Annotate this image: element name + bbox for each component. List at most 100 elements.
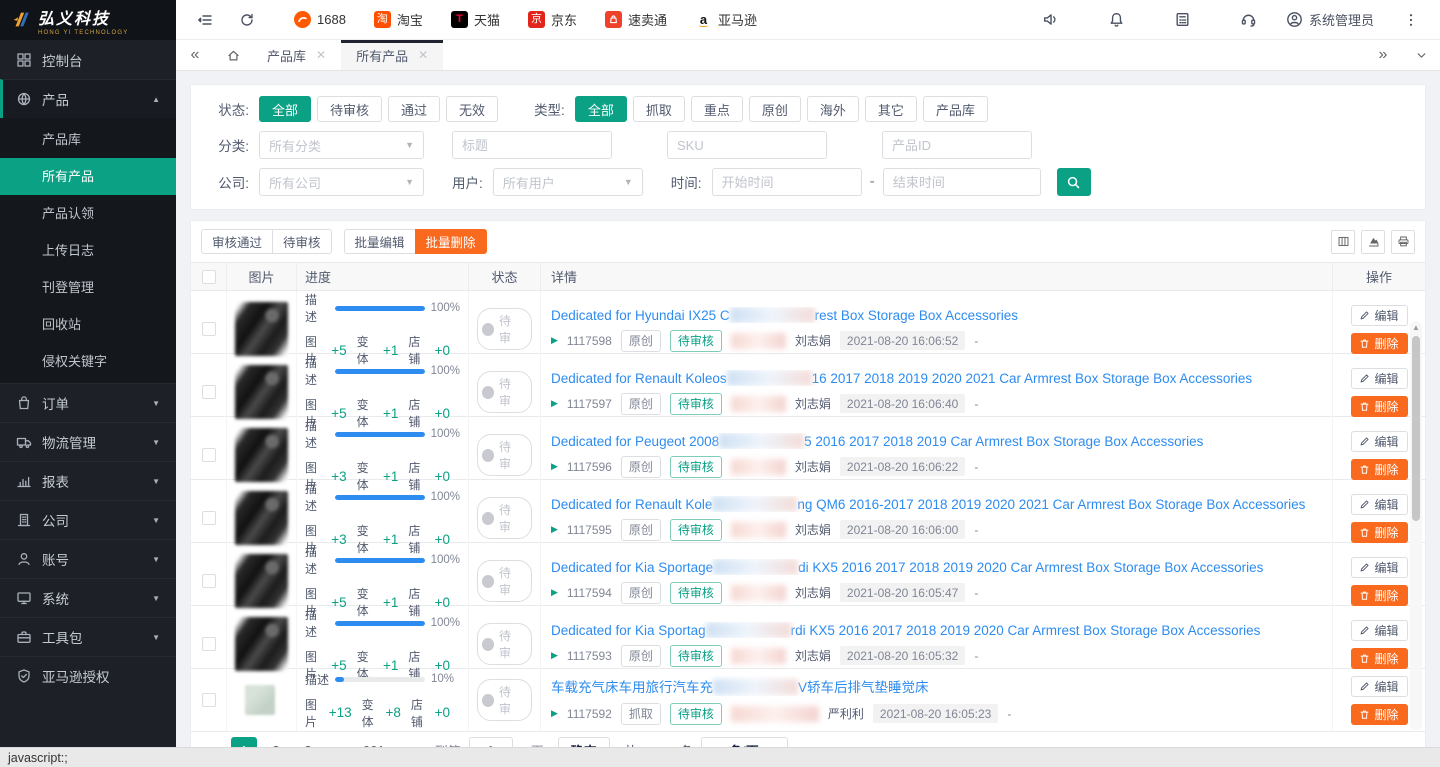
tab-所有产品[interactable]: 所有产品✕ (341, 40, 443, 70)
product-title-link[interactable]: Dedicated for Peugeot 20085 2016 2017 20… (551, 433, 1324, 449)
sidebar-subitem-上传日志[interactable]: 上传日志 (0, 232, 176, 269)
sidebar-item-系统[interactable]: 系统▼ (0, 578, 176, 617)
edit-button[interactable]: 编辑 (1351, 431, 1408, 452)
user-select[interactable]: 所有用户▼ (493, 168, 643, 196)
type-option-抓取[interactable]: 抓取 (633, 96, 685, 122)
play-icon[interactable]: ▶ (551, 650, 558, 661)
play-icon[interactable]: ▶ (551, 524, 558, 535)
product-image[interactable] (235, 491, 288, 545)
scrollbar-thumb[interactable] (1412, 336, 1420, 521)
more-options-icon[interactable] (1398, 7, 1424, 33)
export-icon[interactable] (1361, 230, 1385, 254)
row-checkbox[interactable] (202, 574, 216, 588)
type-option-重点[interactable]: 重点 (691, 96, 743, 122)
sidebar-item-工具包[interactable]: 工具包▼ (0, 617, 176, 656)
set-pending-button[interactable]: 待审核 (272, 229, 332, 254)
sidebar-subitem-回收站[interactable]: 回收站 (0, 306, 176, 343)
delete-button[interactable]: 删除 (1351, 396, 1408, 417)
delete-button[interactable]: 删除 (1351, 459, 1408, 480)
approve-button[interactable]: 审核通过 (201, 229, 273, 254)
product-image[interactable] (235, 302, 288, 356)
product-title-link[interactable]: Dedicated for Kia Sportagrdi KX5 2016 20… (551, 622, 1324, 638)
goto-confirm-button[interactable]: 确定 (558, 737, 610, 747)
title-input[interactable] (452, 131, 612, 159)
edit-button[interactable]: 编辑 (1351, 620, 1408, 641)
product-image[interactable] (245, 685, 275, 715)
product-title-link[interactable]: Dedicated for Kia Sportagedi KX5 2016 20… (551, 559, 1324, 575)
scroll-up-icon[interactable]: ▲ (1410, 321, 1422, 335)
delete-button[interactable]: 删除 (1351, 585, 1408, 606)
status-option-全部[interactable]: 全部 (259, 96, 311, 122)
platform-link-速卖通[interactable]: 速卖通 (605, 10, 667, 29)
row-checkbox[interactable] (202, 448, 216, 462)
prev-page-icon[interactable]: ‹ (203, 742, 223, 748)
product-image[interactable] (235, 554, 288, 608)
tab-产品库[interactable]: 产品库✕ (252, 40, 341, 70)
sidebar-subitem-侵权关键字[interactable]: 侵权关键字 (0, 343, 176, 380)
search-button[interactable] (1057, 168, 1091, 196)
play-icon[interactable]: ▶ (551, 708, 558, 719)
platform-link-天猫[interactable]: T天猫 (451, 10, 500, 29)
play-icon[interactable]: ▶ (551, 398, 558, 409)
product-title-link[interactable]: 车载充气床车用旅行汽车充V轿车后排气垫睡觉床 (551, 676, 1324, 696)
select-all-checkbox[interactable] (202, 270, 216, 284)
edit-button[interactable]: 编辑 (1351, 305, 1408, 326)
platform-link-1688[interactable]: 1688 (294, 10, 346, 29)
platform-link-亚马逊[interactable]: a亚马逊 (695, 10, 757, 29)
sidebar-item-公司[interactable]: 公司▼ (0, 500, 176, 539)
product-image[interactable] (235, 617, 288, 671)
close-icon[interactable]: ✕ (316, 48, 326, 62)
table-scrollbar[interactable]: ▲ (1410, 321, 1422, 730)
product-image[interactable] (235, 428, 288, 482)
type-option-全部[interactable]: 全部 (575, 96, 627, 122)
goto-page-input[interactable] (469, 737, 513, 747)
sidebar-subitem-产品库[interactable]: 产品库 (0, 121, 176, 158)
sidebar-subitem-刊登管理[interactable]: 刊登管理 (0, 269, 176, 306)
company-select[interactable]: 所有公司▼ (259, 168, 424, 196)
tabs-scroll-right-icon[interactable]: » (1364, 40, 1402, 70)
row-checkbox[interactable] (202, 693, 216, 707)
columns-setting-icon[interactable] (1331, 230, 1355, 254)
platform-link-淘宝[interactable]: 淘淘宝 (374, 10, 423, 29)
sidebar-item-报表[interactable]: 报表▼ (0, 461, 176, 500)
edit-button[interactable]: 编辑 (1351, 368, 1408, 389)
sidebar-subitem-所有产品[interactable]: 所有产品 (0, 158, 176, 195)
print-icon[interactable] (1391, 230, 1415, 254)
play-icon[interactable]: ▶ (551, 461, 558, 472)
sidebar-item-账号[interactable]: 账号▼ (0, 539, 176, 578)
product-title-link[interactable]: Dedicated for Renault Koleng QM6 2016-20… (551, 496, 1324, 512)
product-title-link[interactable]: Dedicated for Renault Koleos16 2017 2018… (551, 370, 1324, 386)
type-option-其它[interactable]: 其它 (865, 96, 917, 122)
category-select[interactable]: 所有分类▼ (259, 131, 424, 159)
page-3[interactable]: 3 (295, 737, 321, 747)
platform-link-京东[interactable]: 京京东 (528, 10, 577, 29)
delete-button[interactable]: 删除 (1351, 648, 1408, 669)
home-icon[interactable] (214, 40, 252, 70)
type-option-原创[interactable]: 原创 (749, 96, 801, 122)
status-option-通过[interactable]: 通过 (388, 96, 440, 122)
product-id-input[interactable] (882, 131, 1032, 159)
play-icon[interactable]: ▶ (551, 587, 558, 598)
brand-logo[interactable]: 弘义科技 HONG YI TECHNOLOGY (0, 0, 176, 40)
row-checkbox[interactable] (202, 637, 216, 651)
sidebar-item-产品[interactable]: 产品▲ (0, 79, 176, 118)
sidebar-item-订单[interactable]: 订单▼ (0, 383, 176, 422)
page-901[interactable]: 901 (359, 737, 389, 747)
row-checkbox[interactable] (202, 322, 216, 336)
product-title-link[interactable]: Dedicated for Hyundai IX25 Crest Box Sto… (551, 307, 1324, 323)
batch-delete-button[interactable]: 批量删除 (415, 229, 487, 254)
sidebar-item-亚马逊授权[interactable]: 亚马逊授权 (0, 656, 176, 695)
row-checkbox[interactable] (202, 385, 216, 399)
delete-button[interactable]: 删除 (1351, 333, 1408, 354)
user-menu[interactable]: 系统管理员 (1286, 10, 1374, 29)
row-checkbox[interactable] (202, 511, 216, 525)
menu-collapse-icon[interactable] (192, 7, 218, 33)
edit-button[interactable]: 编辑 (1351, 494, 1408, 515)
calculator-icon[interactable] (1170, 7, 1196, 33)
tabs-menu-icon[interactable] (1402, 40, 1440, 70)
status-option-待审核[interactable]: 待审核 (317, 96, 382, 122)
delete-button[interactable]: 删除 (1351, 522, 1408, 543)
play-icon[interactable]: ▶ (551, 335, 558, 346)
type-option-产品库[interactable]: 产品库 (923, 96, 988, 122)
delete-button[interactable]: 删除 (1351, 704, 1408, 725)
